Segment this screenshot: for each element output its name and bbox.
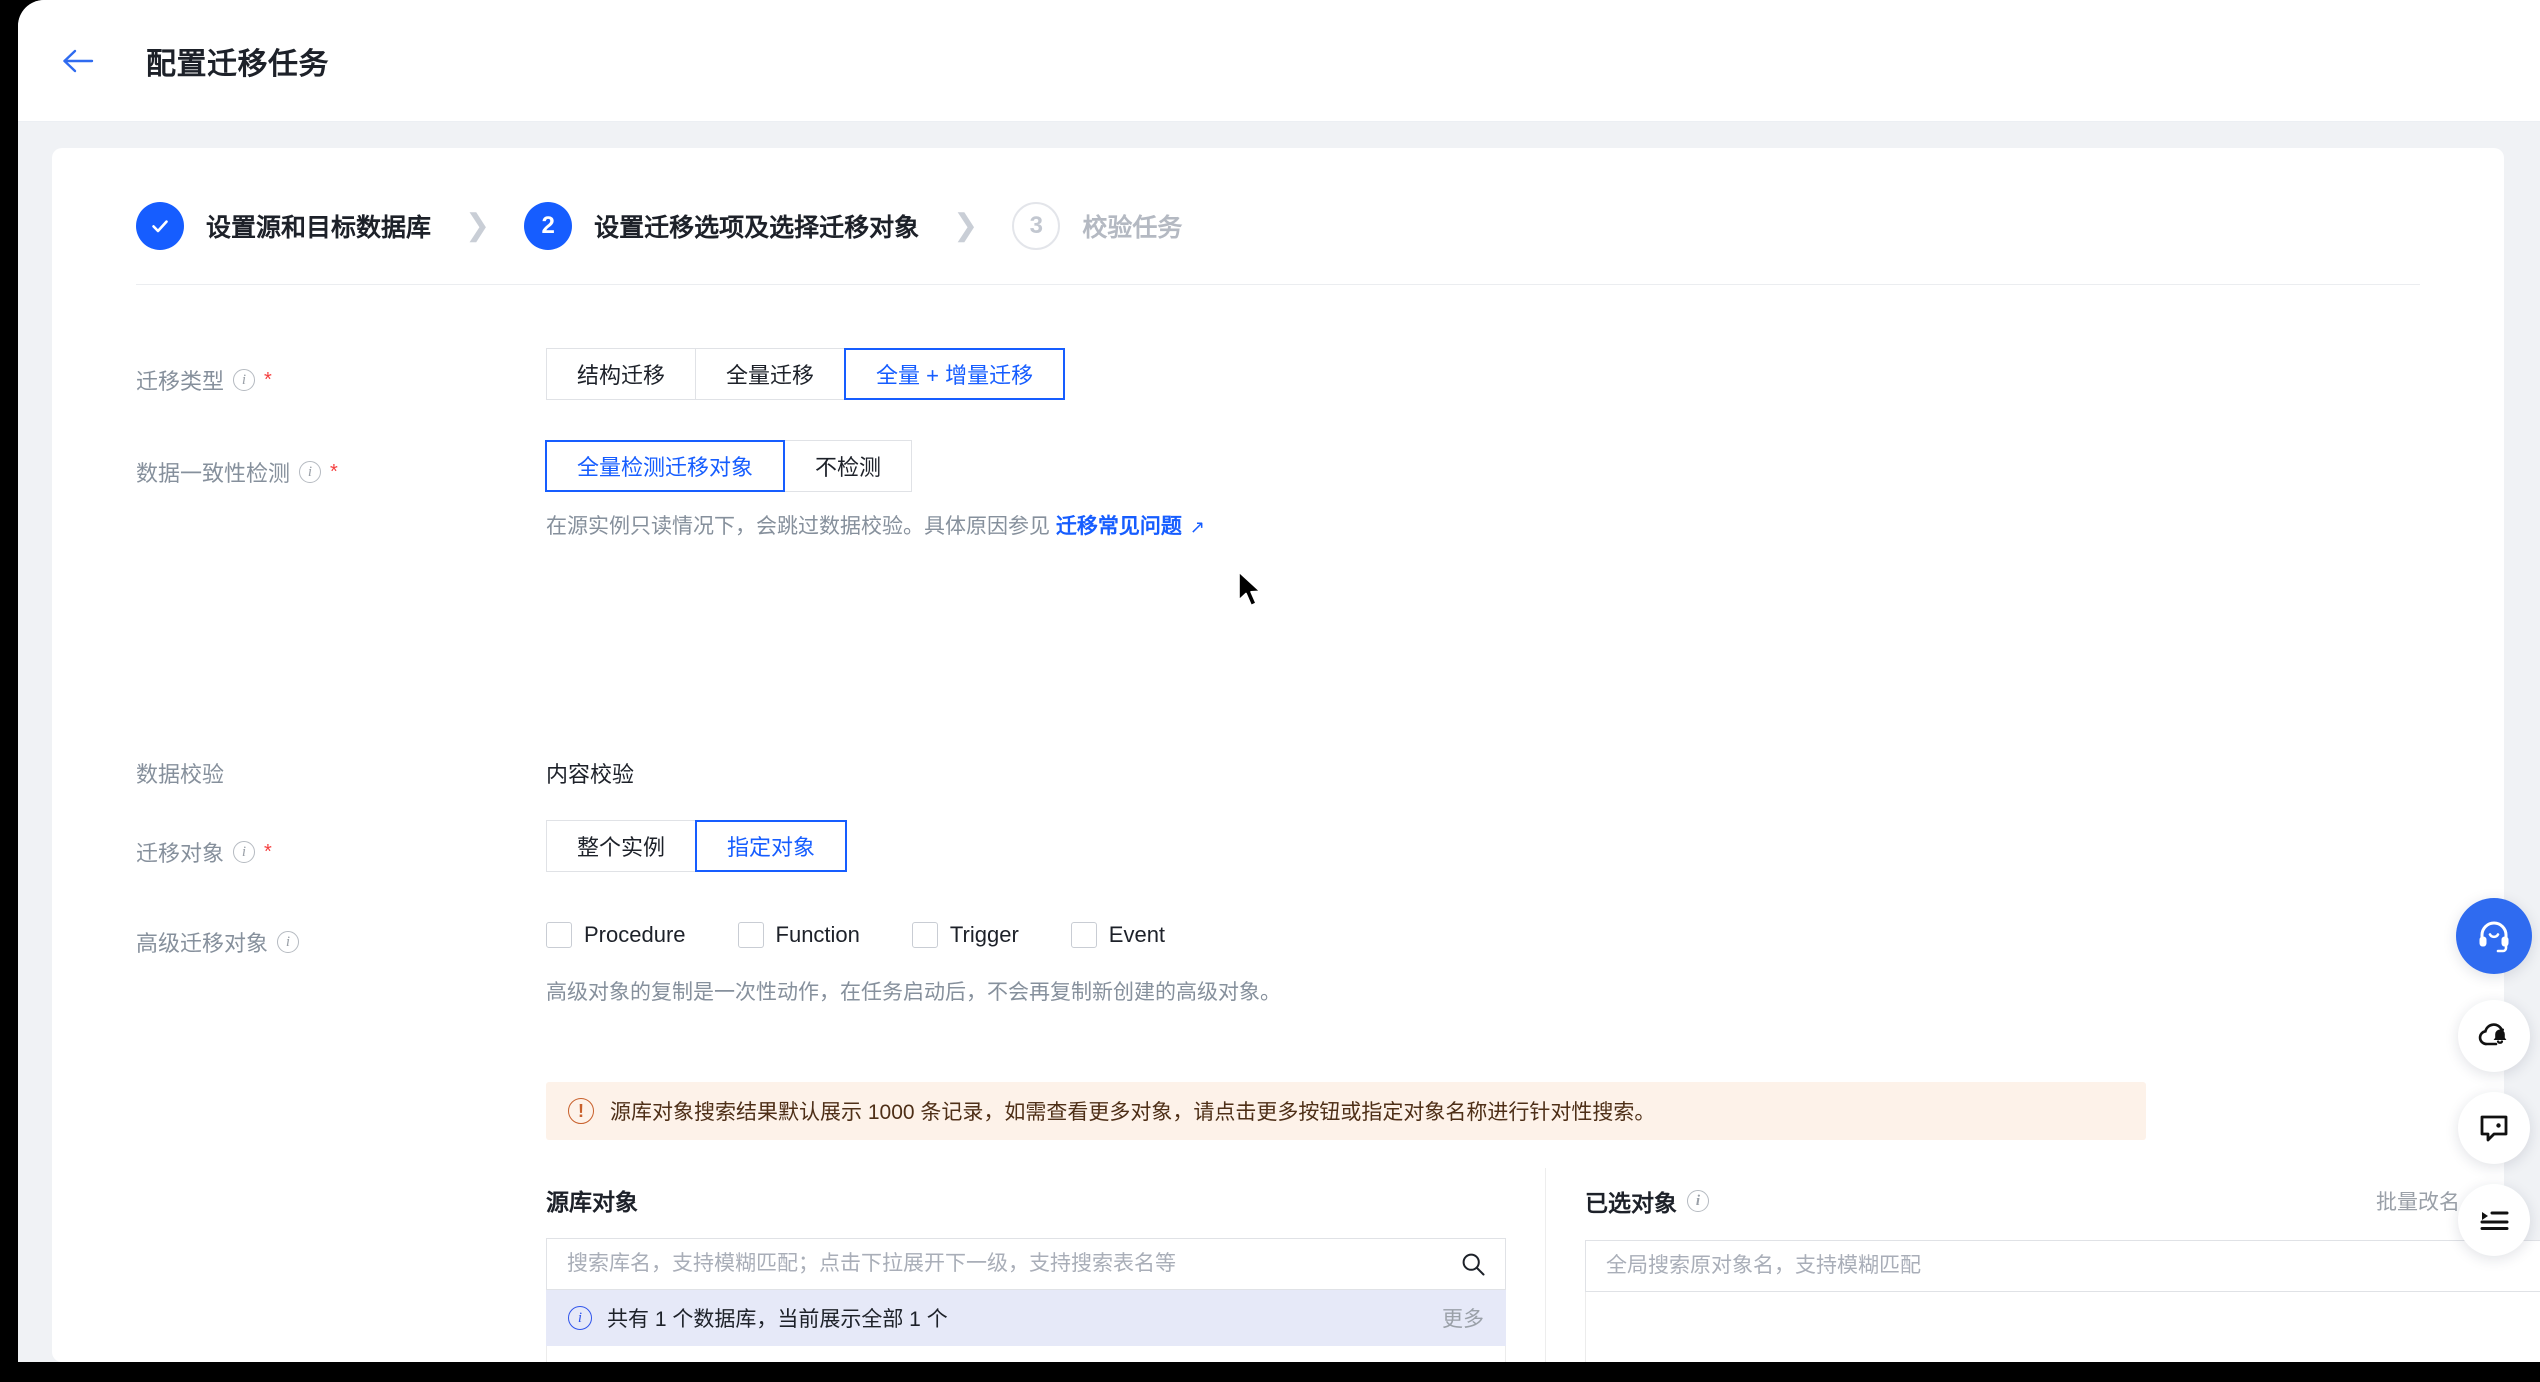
migration-type-option-1[interactable]: 全量迁移	[696, 348, 846, 400]
consistency-check-hint: 在源实例只读情况下，会跳过数据校验。具体原因参见 迁移常见问题 ↗	[546, 510, 1205, 540]
support-fab-button[interactable]	[2456, 898, 2532, 974]
source-more-button[interactable]: 更多	[1442, 1303, 1484, 1333]
step-separator-2: ❯	[953, 209, 979, 242]
source-search-input[interactable]	[567, 1252, 1459, 1276]
selected-search-box[interactable]	[1585, 1240, 2540, 1292]
checkbox-procedure[interactable]: Procedure	[546, 922, 686, 948]
headset-icon	[2479, 921, 2509, 953]
info-icon[interactable]: i	[233, 369, 256, 391]
page-title: 配置迁移任务	[146, 47, 329, 81]
advanced-objects-hint: 高级对象的复制是一次性动作，在任务启动后，不会再复制新创建的高级对象。	[546, 981, 1281, 1004]
selected-panel-title-text: 已选对象	[1585, 1190, 1677, 1216]
source-search-box[interactable]	[546, 1238, 1506, 1290]
migration-object-option-0[interactable]: 整个实例	[546, 820, 697, 872]
migration-object-radio-group[interactable]: 整个实例 指定对象	[546, 820, 848, 872]
migration-type-option-2[interactable]: 全量 + 增量迁移	[844, 348, 1066, 400]
checkbox-label: Trigger	[949, 922, 1019, 947]
label-advanced-objects: 高级迁移对象 i	[136, 926, 406, 958]
step-badge-2: 2	[524, 202, 573, 250]
checkbox-box[interactable]	[546, 922, 572, 948]
step-item-1[interactable]: 设置源和目标数据库	[136, 202, 431, 250]
required-marker: *	[264, 841, 272, 863]
selected-search-input[interactable]	[1606, 1254, 2540, 1278]
source-object-tree: minti_test	[546, 1346, 1506, 1362]
label-migration-object: 迁移对象 i *	[136, 836, 406, 868]
step-badge-1	[136, 202, 184, 250]
data-verify-value: 内容校验	[546, 762, 635, 787]
exclamation-circle-icon: !	[568, 1098, 594, 1124]
consistency-check-option-1[interactable]: 不检测	[785, 440, 913, 492]
source-info-strip: i 共有 1 个数据库，当前展示全部 1 个 更多	[546, 1290, 1506, 1346]
tree-row[interactable]: minti_test	[547, 1346, 1505, 1362]
step-label-1: 设置源和目标数据库	[206, 214, 432, 242]
label-migration-type-text: 迁移类型	[136, 369, 225, 394]
chat-fab-button[interactable]	[2458, 1092, 2530, 1164]
consistency-check-radio-group[interactable]: 全量检测迁移对象 不检测	[545, 440, 913, 492]
cloud-notification-fab-button[interactable]	[2458, 1000, 2530, 1072]
source-panel-title-text: 源库对象	[546, 1189, 638, 1215]
checkbox-label: Event	[1108, 922, 1166, 947]
migration-faq-link[interactable]: 迁移常见问题	[1056, 515, 1182, 538]
label-migration-type: 迁移类型 i *	[136, 364, 406, 396]
checkbox-trigger[interactable]: Trigger	[911, 922, 1019, 948]
selected-object-list	[1585, 1292, 2540, 1362]
step-separator-1: ❯	[465, 209, 491, 242]
list-fab-button[interactable]	[2458, 1184, 2530, 1256]
list-indent-icon	[2480, 1211, 2509, 1230]
label-migration-object-text: 迁移对象	[136, 841, 225, 866]
screen-root: 配置迁移任务 设置源和目标数据库 ❯ 2 设置迁移选项及选择迁移对象 ❯ 3 校…	[0, 0, 2540, 1382]
checkbox-function[interactable]: Function	[737, 922, 860, 948]
info-icon[interactable]: i	[277, 931, 300, 953]
label-consistency-check-text: 数据一致性检测	[136, 461, 291, 486]
info-icon[interactable]: i	[1687, 1190, 1709, 1212]
advanced-objects-checkbox-group[interactable]: Procedure Function Trigger Event	[546, 922, 1165, 948]
page-header: 配置迁移任务	[18, 0, 2540, 122]
step-badge-3: 3	[1012, 202, 1061, 250]
label-advanced-objects-text: 高级迁移对象	[136, 931, 269, 956]
checkbox-box[interactable]	[911, 922, 938, 948]
warning-banner: ! 源库对象搜索结果默认展示 1000 条记录，如需查看更多对象，请点击更多按钮…	[546, 1082, 2146, 1140]
migration-type-radio-group[interactable]: 结构迁移 全量迁移 全量 + 增量迁移	[546, 348, 1066, 400]
checkbox-box[interactable]	[737, 922, 764, 948]
content-card: 设置源和目标数据库 ❯ 2 设置迁移选项及选择迁移对象 ❯ 3 校验任务 迁移类…	[52, 148, 2540, 1362]
migration-type-option-0[interactable]: 结构迁移	[546, 348, 697, 400]
panel-divider	[1545, 1168, 1546, 1362]
cloud-bell-icon	[2478, 1023, 2507, 1046]
source-panel-title: 源库对象	[546, 1183, 638, 1217]
external-link-icon[interactable]: ↗	[1190, 517, 1205, 537]
consistency-check-option-0[interactable]: 全量检测迁移对象	[545, 440, 786, 492]
checkbox-label: Procedure	[584, 922, 686, 947]
info-icon: i	[568, 1306, 592, 1330]
warning-banner-text: 源库对象搜索结果默认展示 1000 条记录，如需查看更多对象，请点击更多按钮或指…	[610, 1101, 1656, 1124]
label-consistency-check: 数据一致性检测 i *	[136, 456, 406, 488]
checkbox-label: Function	[775, 922, 860, 947]
migration-object-option-1[interactable]: 指定对象	[695, 820, 848, 872]
required-marker: *	[330, 461, 338, 483]
search-icon[interactable]	[1459, 1250, 1487, 1278]
step-item-3[interactable]: 3 校验任务	[1012, 202, 1182, 250]
step-label-2: 设置迁移选项及选择迁移对象	[594, 214, 920, 242]
step-label-3: 校验任务	[1082, 214, 1183, 242]
checkbox-event[interactable]: Event	[1070, 922, 1166, 948]
info-icon[interactable]: i	[299, 461, 322, 483]
label-data-verify: 数据校验	[136, 757, 406, 789]
info-icon[interactable]: i	[233, 841, 256, 863]
source-info-text: 共有 1 个数据库，当前展示全部 1 个	[607, 1308, 948, 1331]
checkbox-box[interactable]	[1070, 922, 1097, 948]
stepper-divider	[136, 284, 2420, 285]
consistency-check-hint-text: 在源实例只读情况下，会跳过数据校验。具体原因参见	[546, 515, 1056, 538]
required-marker: *	[264, 369, 272, 391]
label-data-verify-text: 数据校验	[136, 762, 225, 787]
batch-rename-button[interactable]: 批量改名	[2376, 1186, 2460, 1216]
step-item-2[interactable]: 2 设置迁移选项及选择迁移对象	[524, 202, 919, 250]
chat-bubble-icon	[2480, 1115, 2508, 1142]
selected-panel-title: 已选对象 i	[1585, 1184, 1709, 1218]
arrow-left-icon[interactable]	[56, 39, 100, 83]
stepper: 设置源和目标数据库 ❯ 2 设置迁移选项及选择迁移对象 ❯ 3 校验任务	[136, 196, 1182, 256]
app-page: 配置迁移任务 设置源和目标数据库 ❯ 2 设置迁移选项及选择迁移对象 ❯ 3 校…	[18, 0, 2540, 1362]
